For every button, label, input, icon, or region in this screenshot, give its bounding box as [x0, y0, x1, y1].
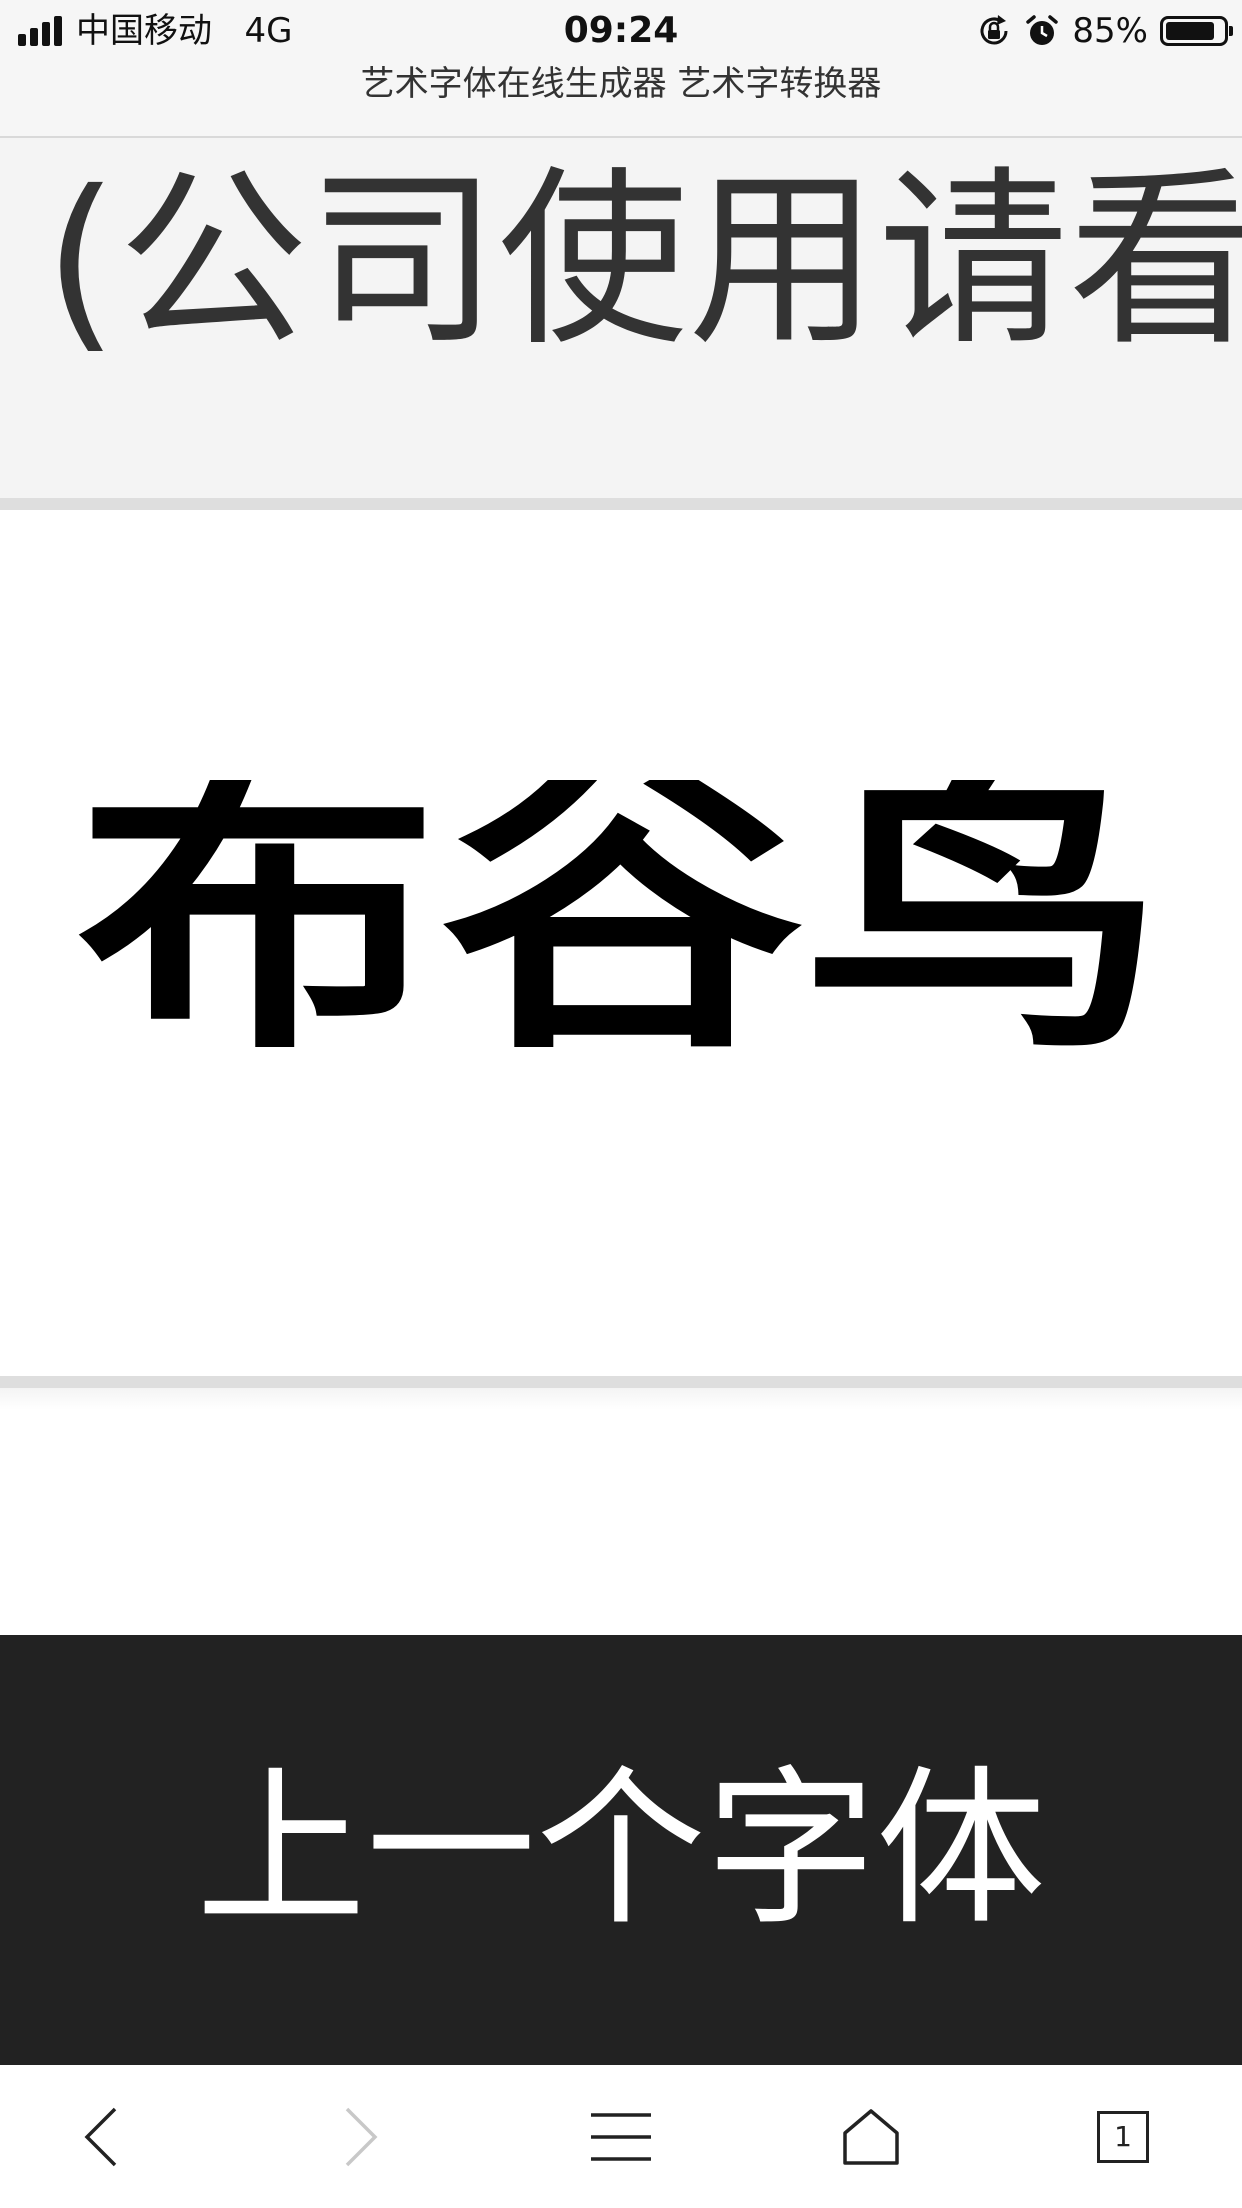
rotation-lock-icon	[980, 15, 1008, 45]
back-icon	[84, 2107, 117, 2166]
preview-artwork: 布谷鸟	[76, 780, 1166, 1080]
font-preview: 布谷鸟	[0, 510, 1242, 1376]
preview-shadow	[0, 1388, 1242, 1410]
tabs-icon: 1	[1097, 2110, 1149, 2163]
preview-divider	[0, 1376, 1242, 1388]
previous-font-button[interactable]: 上一个字体	[0, 1635, 1242, 2065]
notice-text: (公司使用请看版	[44, 146, 1242, 376]
home-icon	[843, 2108, 899, 2165]
menu-button[interactable]	[556, 2065, 686, 2208]
menu-icon	[591, 2112, 651, 2161]
browser-page: 中国移动 4G 09:24 85% 艺术字体在线生成器 艺术字转换器 (公司使用…	[0, 0, 1242, 2208]
browser-toolbar: 1	[0, 2065, 1242, 2208]
tabs-button[interactable]: 1	[1058, 2065, 1188, 2208]
back-button[interactable]	[36, 2065, 166, 2208]
usage-notice: (公司使用请看版	[0, 138, 1242, 510]
forward-button[interactable]	[296, 2065, 426, 2208]
battery-level-fill	[1166, 22, 1214, 40]
alarm-icon	[1026, 15, 1059, 45]
home-button[interactable]	[806, 2065, 936, 2208]
notice-prefix: (公司使用请看	[44, 150, 1242, 371]
tab-count: 1	[1114, 2120, 1132, 2153]
battery-percent: 85%	[1072, 11, 1148, 51]
page-title: 艺术字体在线生成器 艺术字转换器	[360, 64, 882, 104]
status-bar: 中国移动 4G 09:24 85%	[0, 0, 1242, 62]
status-right: 85%	[976, 8, 1233, 54]
page-title-bar: 艺术字体在线生成器 艺术字转换器	[0, 62, 1242, 138]
preview-sample-text: 布谷鸟	[76, 780, 1166, 1080]
battery-icon	[1160, 16, 1233, 46]
forward-icon	[345, 2107, 378, 2166]
